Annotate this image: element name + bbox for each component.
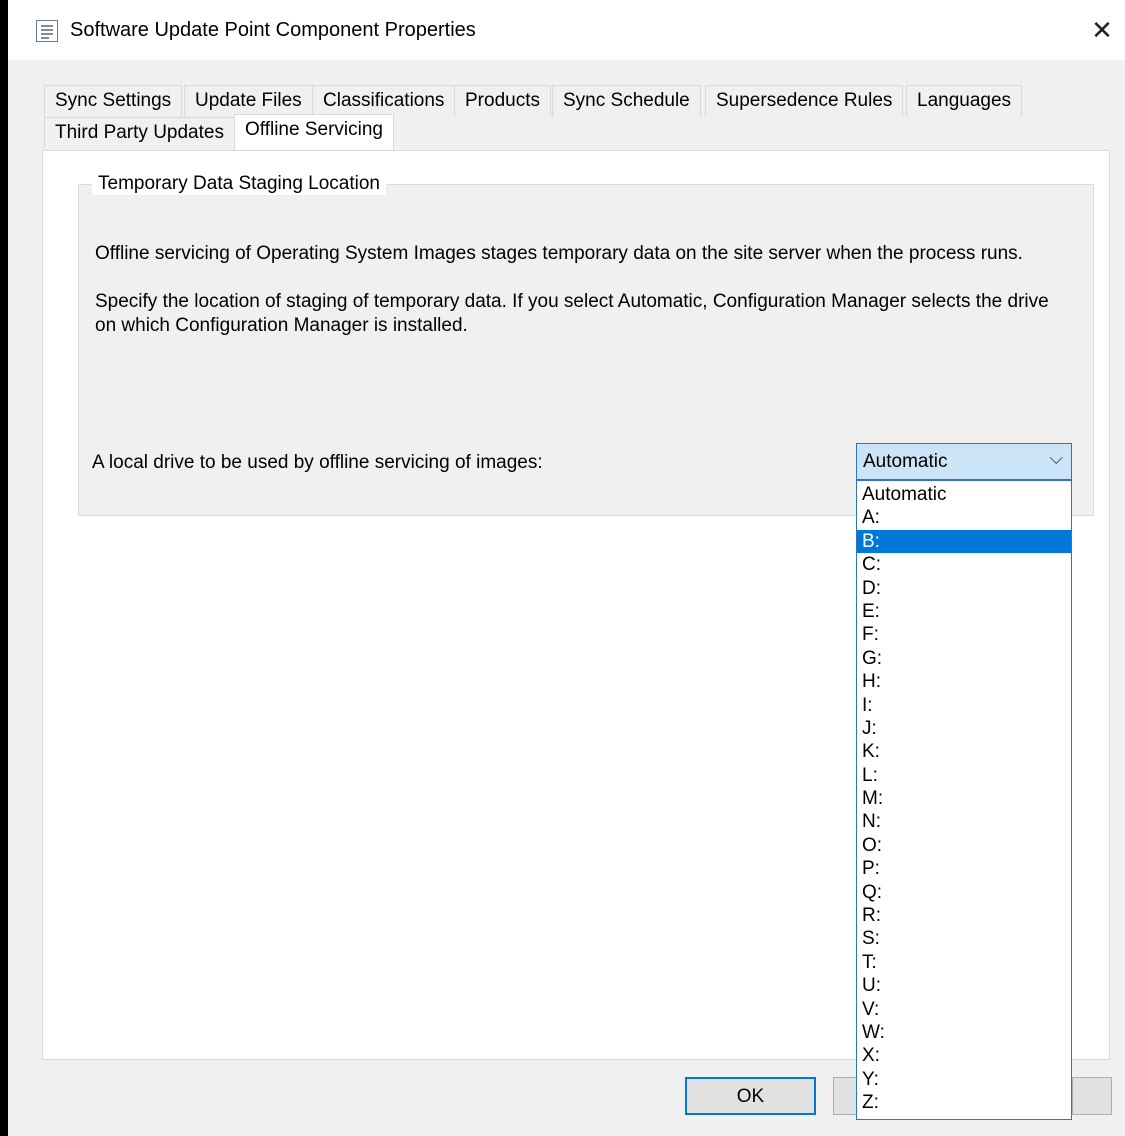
- drive-option[interactable]: J:: [857, 717, 1071, 740]
- window-title: Software Update Point Component Properti…: [70, 19, 476, 41]
- drive-option[interactable]: I:: [857, 694, 1071, 717]
- drive-option[interactable]: E:: [857, 600, 1071, 623]
- drive-option[interactable]: Q:: [857, 881, 1071, 904]
- tab-offline-servicing[interactable]: Offline Servicing: [234, 114, 394, 150]
- drive-option[interactable]: X:: [857, 1044, 1071, 1067]
- tab-sync-settings[interactable]: Sync Settings: [44, 85, 183, 117]
- tab-products[interactable]: Products: [454, 85, 551, 117]
- properties-icon: [36, 20, 58, 42]
- apply-button[interactable]: [1072, 1077, 1112, 1115]
- drive-option[interactable]: P:: [857, 857, 1071, 880]
- drive-option[interactable]: Automatic: [857, 483, 1071, 506]
- drive-option[interactable]: F:: [857, 623, 1071, 646]
- tab-sync-schedule[interactable]: Sync Schedule: [552, 85, 701, 117]
- drive-option[interactable]: D:: [857, 577, 1071, 600]
- drive-label: A local drive to be used by offline serv…: [92, 452, 543, 473]
- tab-third-party-updates[interactable]: Third Party Updates: [44, 117, 235, 149]
- drive-option[interactable]: K:: [857, 740, 1071, 763]
- drive-option[interactable]: M:: [857, 787, 1071, 810]
- description-text: Offline servicing of Operating System Im…: [95, 243, 1023, 264]
- drive-option[interactable]: A:: [857, 506, 1071, 529]
- drive-option[interactable]: C:: [857, 553, 1071, 576]
- drive-option[interactable]: L:: [857, 764, 1071, 787]
- close-icon[interactable]: ✕: [1079, 0, 1125, 60]
- drive-option[interactable]: B:: [857, 529, 1071, 554]
- drive-select-value: Automatic: [863, 451, 948, 472]
- title-bar: Software Update Point Component Properti…: [8, 0, 1125, 60]
- drive-select[interactable]: Automatic ⌵: [856, 443, 1072, 480]
- group-title: Temporary Data Staging Location: [92, 173, 386, 195]
- drive-option[interactable]: S:: [857, 927, 1071, 950]
- drive-option[interactable]: O:: [857, 834, 1071, 857]
- drive-option[interactable]: W:: [857, 1021, 1071, 1044]
- drive-option[interactable]: G:: [857, 647, 1071, 670]
- drive-option[interactable]: V:: [857, 998, 1071, 1021]
- drive-option[interactable]: Y:: [857, 1068, 1071, 1091]
- ok-button[interactable]: OK: [685, 1077, 816, 1115]
- drive-dropdown-list[interactable]: Automatic A: B: C: D: E: F: G: H: I: J: K: L: M: N: O: P…: [856, 480, 1072, 1120]
- tab-supersedence-rules[interactable]: Supersedence Rules: [705, 85, 904, 117]
- drive-option[interactable]: U:: [857, 974, 1071, 997]
- tab-classifications[interactable]: Classifications: [312, 85, 456, 117]
- drive-option[interactable]: H:: [857, 670, 1071, 693]
- drive-option[interactable]: R:: [857, 904, 1071, 927]
- instruction-text-line1: Specify the location of staging of tempo…: [95, 291, 1049, 312]
- instruction-text-line2: on which Configuration Manager is instal…: [95, 315, 468, 336]
- drive-option[interactable]: T:: [857, 951, 1071, 974]
- drive-option[interactable]: Z:: [857, 1091, 1071, 1114]
- drive-option[interactable]: N:: [857, 810, 1071, 833]
- tab-update-files[interactable]: Update Files: [184, 85, 313, 117]
- chevron-down-icon: ⌵: [1049, 448, 1063, 468]
- tab-languages[interactable]: Languages: [906, 85, 1023, 117]
- properties-dialog: Software Update Point Component Properti…: [8, 0, 1125, 1136]
